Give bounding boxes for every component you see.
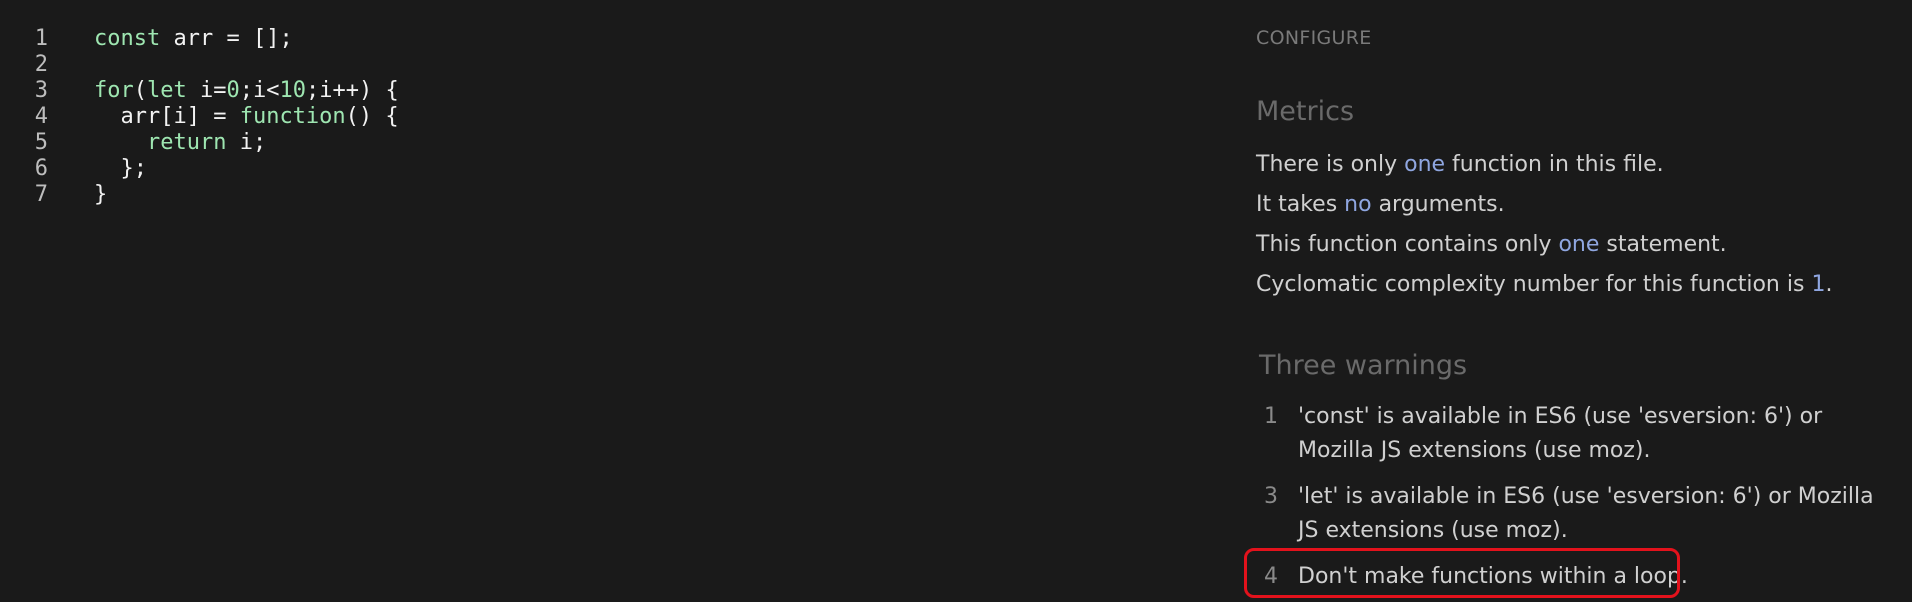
code-text: arr[i] = function() { (94, 104, 399, 130)
line-number: 4 (34, 104, 48, 129)
code-text: }; (94, 156, 147, 182)
warning-item[interactable]: 1 'const' is available in ES6 (use 'esve… (1256, 400, 1912, 468)
code-token: const (94, 26, 161, 51)
code-token: ( (133, 78, 147, 103)
code-text: const arr = []; (94, 26, 293, 52)
code-token: ;i< (239, 78, 280, 103)
line-number: 5 (34, 130, 48, 155)
warning-line-number[interactable]: 1 (1257, 400, 1278, 468)
metric-text: arguments. (1371, 192, 1505, 217)
code-token: arr[i] = (94, 104, 240, 129)
line-number: 2 (34, 52, 48, 77)
warnings-heading: Three warnings (1259, 350, 1468, 381)
code-token: return (146, 130, 227, 155)
analysis-panel: CONFIGURE Metrics There is only one func… (1256, 0, 1912, 602)
metric-text: statement. (1599, 232, 1727, 257)
metric-value: 1 (1811, 272, 1826, 297)
code-line-6[interactable]: 6 }; (0, 156, 1200, 182)
metric-text: This function contains only (1256, 232, 1559, 257)
code-token: } (94, 182, 108, 207)
code-token: let (147, 78, 187, 103)
code-token: i= (186, 78, 227, 103)
metric-text: function in this file. (1445, 152, 1664, 177)
metric-statements: This function contains only one statemen… (1256, 232, 1727, 257)
warning-item[interactable]: 3 'let' is available in ES6 (use 'esvers… (1256, 480, 1912, 548)
line-number: 1 (34, 26, 48, 51)
code-token: arr = (160, 26, 253, 51)
code-line-2[interactable]: 2 (0, 52, 1200, 78)
code-token: for (94, 78, 134, 103)
warning-text: 'let' is available in ES6 (use 'esversio… (1298, 484, 1874, 543)
code-editor[interactable]: 1 const arr = []; 2 3 for(let i=0;i<10;i… (0, 26, 1200, 208)
code-token: () { (345, 104, 399, 129)
code-line-1[interactable]: 1 const arr = []; (0, 26, 1200, 52)
annotation-highlight-box (1244, 548, 1680, 598)
code-token: function (239, 104, 346, 129)
warning-line-number[interactable]: 3 (1257, 480, 1278, 548)
code-line-4[interactable]: 4 arr[i] = function() { (0, 104, 1200, 130)
code-token: 0 (226, 78, 240, 103)
code-token: }; (94, 156, 147, 181)
code-line-3[interactable]: 3 for(let i=0;i<10;i++) { (0, 78, 1200, 104)
metrics-heading: Metrics (1256, 96, 1355, 127)
line-number: 6 (34, 156, 48, 181)
metric-text: Cyclomatic complexity number for this fu… (1256, 272, 1812, 297)
metric-function-count: There is only one function in this file. (1256, 152, 1664, 177)
line-number: 7 (34, 182, 48, 207)
metric-text: There is only (1256, 152, 1405, 177)
code-text: return i; (94, 130, 266, 156)
metric-value: no (1344, 192, 1372, 217)
metric-value: one (1404, 152, 1446, 177)
metric-text: It takes (1256, 192, 1345, 217)
warning-text: 'const' is available in ES6 (use 'esvers… (1298, 404, 1823, 463)
metric-arguments: It takes no arguments. (1256, 192, 1505, 217)
code-line-7[interactable]: 7 } (0, 182, 1200, 208)
line-number: 3 (34, 78, 48, 103)
code-text: } (94, 182, 107, 208)
metric-text: . (1825, 272, 1833, 297)
configure-link[interactable]: CONFIGURE (1256, 27, 1372, 49)
code-token: 10 (279, 78, 307, 103)
metric-cyclomatic-complexity: Cyclomatic complexity number for this fu… (1256, 272, 1832, 297)
code-token: i; (226, 130, 267, 155)
code-text: for(let i=0;i<10;i++) { (94, 78, 399, 104)
code-line-5[interactable]: 5 return i; (0, 130, 1200, 156)
metric-value: one (1558, 232, 1600, 257)
code-token: ;i++) { (306, 78, 399, 103)
code-token: []; (252, 26, 293, 51)
